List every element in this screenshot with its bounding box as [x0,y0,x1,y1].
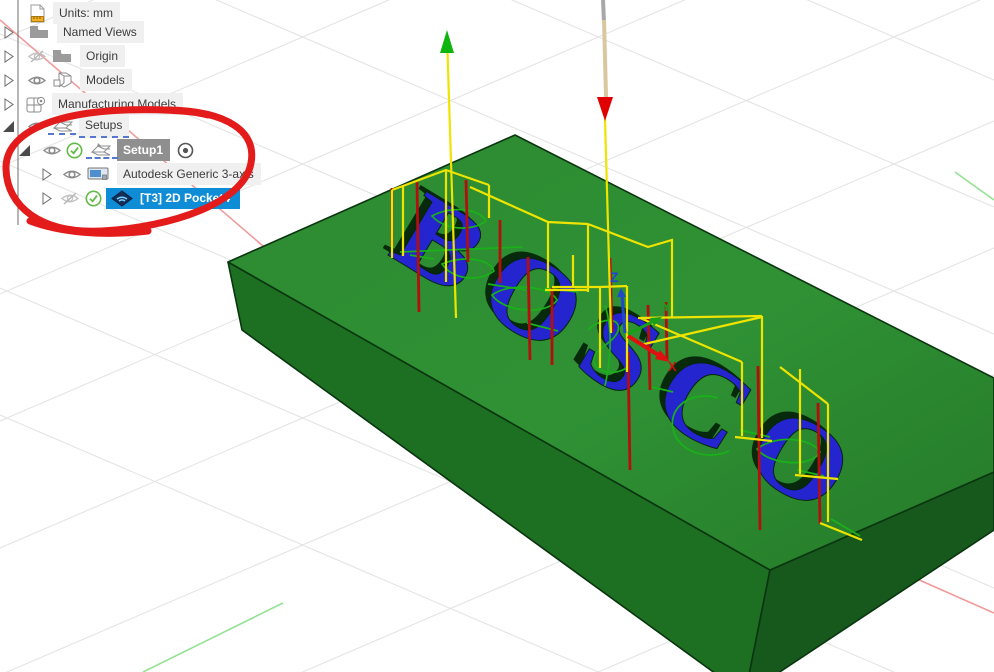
browser-row-origin: Origin [0,45,125,67]
visibility-shown-icon[interactable] [63,168,81,181]
setup-icon [89,142,113,158]
browser-row-models: Models [0,69,132,91]
expand-arrow-icon[interactable] [42,192,52,205]
tool-and-arrows [440,0,613,121]
tool-holder [604,20,606,97]
browser-item-label[interactable]: Models [80,69,132,91]
bodies-icon [53,72,72,88]
expand-arrow-icon[interactable] [4,74,14,87]
browser-panel: Units: mm Named Views Origin [0,0,320,220]
visibility-hidden-icon[interactable] [28,50,46,63]
setup-dashed-underline [48,133,76,135]
browser-row-manufacturing-models: Manufacturing Models [0,93,183,115]
fusion360-manufacture-screenshot: { "browser": { "rows": [ {"label": "Unit… [0,0,994,672]
ground-x-axis-line [917,579,994,613]
browser-row-pocket4: [T3] 2D Pocket4 [0,187,240,209]
tool-shank [603,0,604,22]
visibility-shown-icon[interactable] [43,144,61,157]
machine-icon [87,167,109,182]
setup-dashed-underline [86,157,118,159]
retract-arrow-icon [440,30,454,53]
ground-y-axis-line [143,603,283,672]
active-setup-radio-icon[interactable] [177,142,194,159]
expand-arrow-icon[interactable] [4,98,14,111]
visibility-shown-icon[interactable] [28,74,46,87]
collapse-arrow-icon[interactable] [2,120,15,133]
browser-row-named-views: Named Views [0,21,144,43]
folder-icon [52,49,72,63]
browser-item-label[interactable]: Origin [80,45,125,67]
generated-check-icon[interactable] [66,142,83,159]
visibility-shown-icon[interactable] [28,120,46,133]
browser-item-label[interactable]: Manufacturing Models [52,93,183,115]
x-axis-label: X [668,359,677,374]
ground-y-axis-line [955,172,994,200]
z-axis-label: Z [610,269,619,285]
setup-icon [51,118,75,134]
document-units-icon [29,4,46,23]
generated-check-icon[interactable] [85,190,102,207]
browser-item-pocket4[interactable]: [T3] 2D Pocket4 [106,188,240,209]
manufacturing-models-icon [26,96,46,113]
folder-icon [29,25,49,39]
browser-item-label[interactable]: Setups [79,114,129,138]
y-axis-label: Y [662,299,671,314]
collapse-arrow-icon[interactable] [18,144,31,157]
browser-item-label-setup1[interactable]: Setup1 [117,139,170,161]
expand-arrow-icon[interactable] [42,168,52,181]
expand-arrow-icon[interactable] [4,26,14,39]
browser-item-label-pocket4: [T3] 2D Pocket4 [140,190,230,206]
visibility-hidden-icon[interactable] [61,192,79,205]
plunge-arrow-icon [597,97,613,121]
expand-arrow-icon[interactable] [4,50,14,63]
browser-item-label[interactable]: Autodesk Generic 3-axis [117,163,261,185]
browser-row-machine: Autodesk Generic 3-axis [0,163,261,185]
operation-pocket-icon [111,190,133,207]
browser-item-label[interactable]: Named Views [57,21,144,43]
